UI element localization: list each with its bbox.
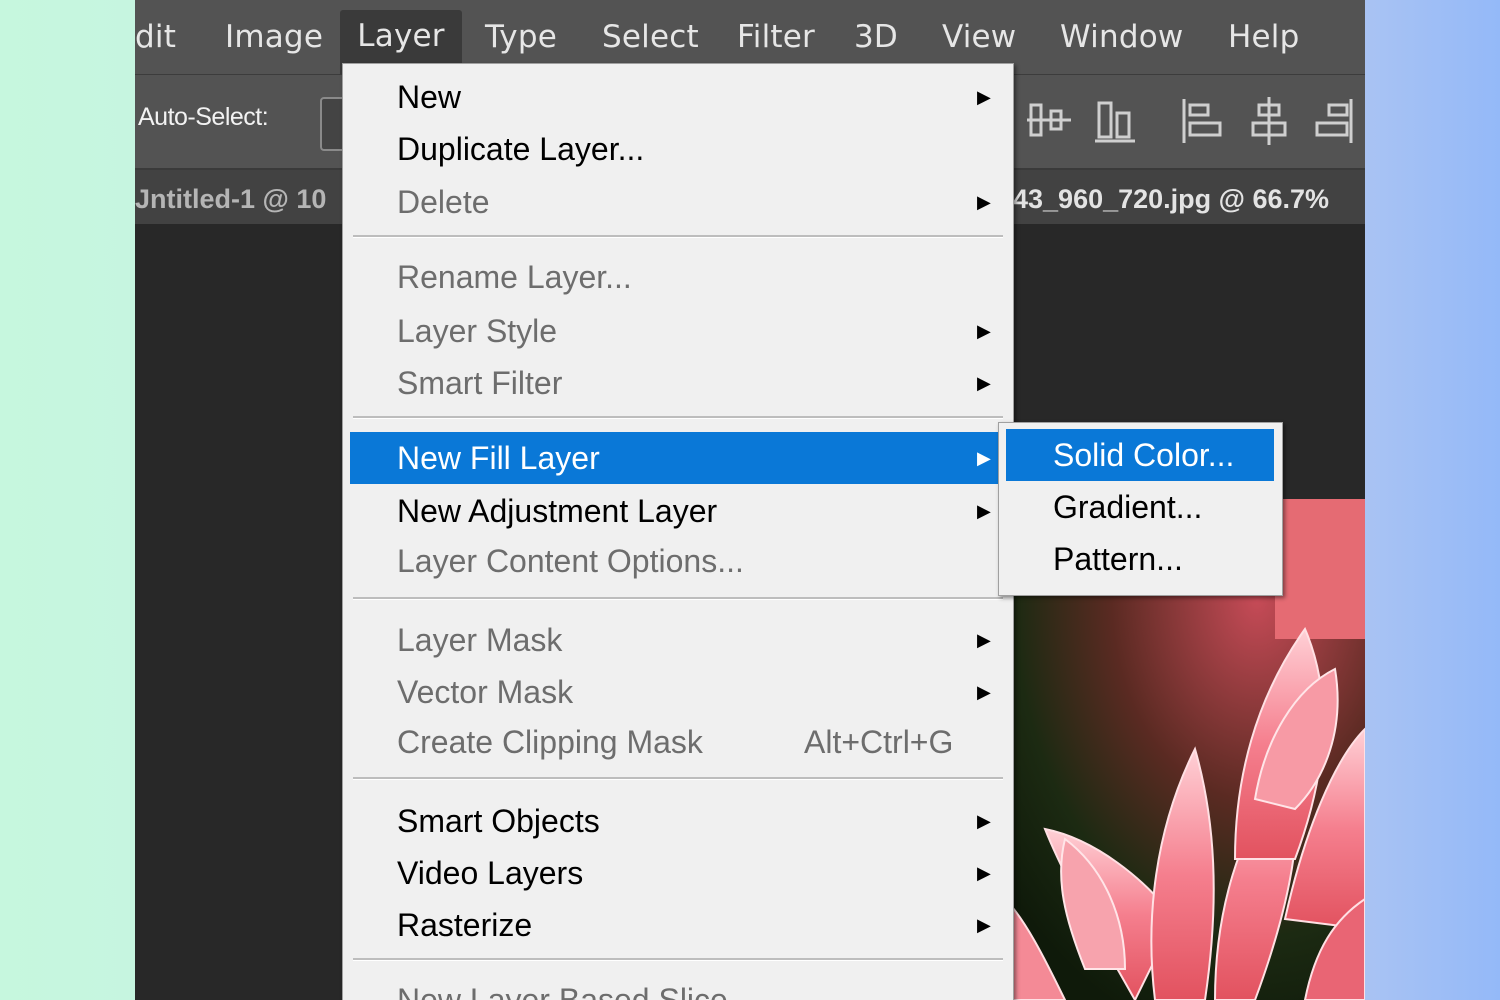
submenu-arrow-icon: ▶ xyxy=(977,501,991,521)
menu-item-rasterize[interactable]: Rasterize ▶ xyxy=(350,899,1002,951)
menu-item-label: Layer Style xyxy=(397,313,558,349)
menu-item-label: Smart Objects xyxy=(397,803,600,839)
align-bottom-edges-icon[interactable] xyxy=(1095,95,1139,147)
align-horizontal-center-icon[interactable] xyxy=(1247,95,1291,147)
menu-item-shortcut: Alt+Ctrl+G xyxy=(804,724,954,760)
menu-item-label: New Fill Layer xyxy=(397,440,600,476)
menu-item-create-clipping-mask[interactable]: Create Clipping Mask Alt+Ctrl+G xyxy=(350,716,1002,768)
submenu-arrow-icon: ▶ xyxy=(977,192,991,212)
submenu-arrow-icon: ▶ xyxy=(977,811,991,831)
menu-item-smart-objects[interactable]: Smart Objects ▶ xyxy=(350,795,1002,847)
submenu-item-label: Gradient... xyxy=(1053,489,1203,525)
menu-item-label: Rasterize xyxy=(397,907,533,943)
menu-item-label: Create Clipping Mask xyxy=(397,724,703,760)
submenu-arrow-icon: ▶ xyxy=(977,863,991,883)
menu-help[interactable]: Help xyxy=(1228,0,1299,74)
align-horizontal-centers-icon[interactable] xyxy=(1027,95,1073,147)
menu-item-label: New xyxy=(397,79,462,115)
menu-item-layer-style[interactable]: Layer Style ▶ xyxy=(350,305,1002,357)
submenu-item-solid-color[interactable]: Solid Color... xyxy=(1006,429,1274,481)
menu-item-layer-mask[interactable]: Layer Mask ▶ xyxy=(350,614,1002,666)
menu-item-new-layer-based-slice[interactable]: New Layer Based Slice xyxy=(350,974,1002,1000)
menu-separator xyxy=(353,235,1003,238)
menu-item-duplicate-layer[interactable]: Duplicate Layer... xyxy=(350,123,1002,175)
submenu-item-label: Solid Color... xyxy=(1053,437,1235,473)
submenu-arrow-icon: ▶ xyxy=(977,682,991,702)
submenu-item-pattern[interactable]: Pattern... xyxy=(1006,533,1274,585)
menu-item-label: Rename Layer... xyxy=(397,259,632,295)
menu-item-label: Video Layers xyxy=(397,855,584,891)
menu-item-label: Delete xyxy=(397,184,490,220)
submenu-arrow-icon: ▶ xyxy=(977,448,991,468)
menu-item-smart-filter[interactable]: Smart Filter ▶ xyxy=(350,357,1002,409)
menu-item-delete[interactable]: Delete ▶ xyxy=(350,176,1002,228)
submenu-item-gradient[interactable]: Gradient... xyxy=(1006,481,1274,533)
submenu-arrow-icon: ▶ xyxy=(977,915,991,935)
submenu-arrow-icon: ▶ xyxy=(977,630,991,650)
menu-image[interactable]: Image xyxy=(225,0,323,74)
menu-item-label: Layer Content Options... xyxy=(397,543,744,579)
new-fill-layer-submenu: Solid Color... Gradient... Pattern... xyxy=(998,422,1283,596)
menu-item-label: New Adjustment Layer xyxy=(397,493,718,529)
menu-item-label: Layer Mask xyxy=(397,622,563,658)
document-tab-untitled[interactable]: Jntitled-1 @ 10 xyxy=(135,170,326,224)
menu-separator xyxy=(353,958,1003,961)
menu-window[interactable]: Window xyxy=(1060,0,1183,74)
submenu-arrow-icon: ▶ xyxy=(977,87,991,107)
photoshop-window: dit Image Layer Type Select Filter 3D Vi… xyxy=(135,0,1365,1000)
menu-item-label: Smart Filter xyxy=(397,365,563,401)
menu-item-new[interactable]: New ▶ xyxy=(350,71,1002,123)
menu-item-rename-layer[interactable]: Rename Layer... xyxy=(350,251,1002,303)
menu-item-new-adjustment-layer[interactable]: New Adjustment Layer ▶ xyxy=(350,485,1002,537)
layer-menu-dropdown: New ▶ Duplicate Layer... Delete ▶ Rename… xyxy=(342,63,1014,1000)
document-tab-jpg[interactable]: 43_960_720.jpg @ 66.7% xyxy=(1013,170,1329,224)
menu-separator xyxy=(353,597,1003,600)
menu-item-vector-mask[interactable]: Vector Mask ▶ xyxy=(350,666,1002,718)
auto-select-label: Auto-Select: xyxy=(138,103,269,131)
align-right-edges-icon[interactable] xyxy=(1313,95,1357,147)
menu-item-label: New Layer Based Slice xyxy=(397,982,728,1000)
menu-item-label: Vector Mask xyxy=(397,674,574,710)
submenu-arrow-icon: ▶ xyxy=(977,373,991,393)
menu-separator xyxy=(353,416,1003,419)
menu-item-video-layers[interactable]: Video Layers ▶ xyxy=(350,847,1002,899)
menu-separator xyxy=(353,777,1003,780)
submenu-item-label: Pattern... xyxy=(1053,541,1183,577)
align-left-edges-icon[interactable] xyxy=(1180,95,1224,147)
submenu-arrow-icon: ▶ xyxy=(977,321,991,341)
menu-item-layer-content-options[interactable]: Layer Content Options... xyxy=(350,535,1002,587)
menu-item-new-fill-layer[interactable]: New Fill Layer ▶ xyxy=(350,432,1002,484)
menu-item-label: Duplicate Layer... xyxy=(397,131,645,167)
menu-edit[interactable]: dit xyxy=(135,0,176,74)
